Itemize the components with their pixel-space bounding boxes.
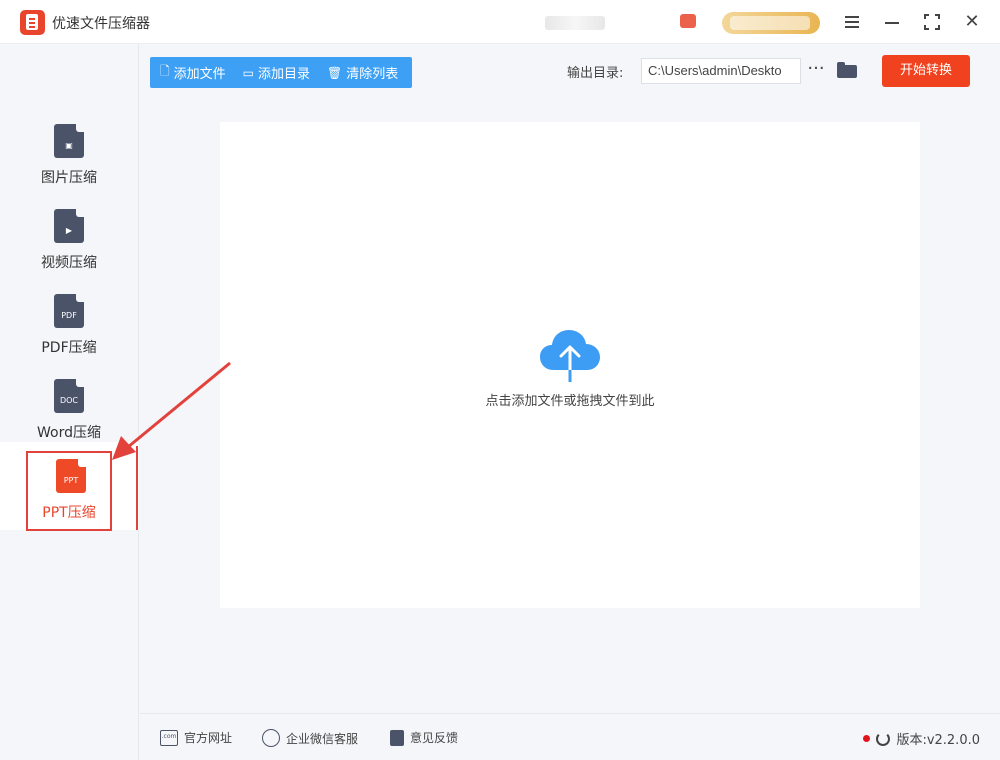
website-link[interactable]: .com 官方网址 [160, 729, 232, 746]
file-icon: 🗋 [160, 64, 170, 78]
sidebar-item-ppt-compress[interactable]: PPT PPT压缩 [26, 451, 112, 531]
feedback-icon [390, 729, 404, 746]
maximize-icon [924, 14, 940, 30]
app-logo-icon [20, 10, 45, 35]
folder-icon: ▭ [242, 65, 255, 80]
sidebar-active-indicator [136, 446, 138, 530]
sidebar-item-pdf-compress[interactable]: PDF PDF压缩 [26, 288, 112, 368]
drop-hint-text: 点击添加文件或拖拽文件到此 [485, 394, 655, 409]
file-toolbar: 🗋 添加文件 ▭ 添加目录 🗑 清除列表 [150, 57, 412, 88]
close-button[interactable]: ✕ [960, 10, 984, 34]
redacted-badge [680, 14, 696, 28]
wechat-service-link[interactable]: 企业微信客服 [262, 729, 358, 747]
sidebar-item-label: PDF压缩 [41, 340, 97, 356]
sidebar-item-label: 图片压缩 [41, 170, 97, 186]
version-info[interactable]: 版本:v2.2.0.0 [863, 729, 980, 748]
close-icon: ✕ [964, 11, 980, 32]
update-dot-icon [863, 735, 871, 742]
redacted-account-area [545, 16, 605, 30]
sidebar-item-image-compress[interactable]: ▣ 图片压缩 [26, 118, 112, 198]
open-folder-icon[interactable] [837, 62, 857, 78]
sidebar-item-label: 视频压缩 [41, 255, 97, 271]
refresh-icon [876, 731, 891, 746]
image-file-icon: ▣ [54, 124, 84, 158]
doc-file-icon: DOC [54, 379, 84, 413]
sidebar-item-video-compress[interactable]: ▶ 视频压缩 [26, 203, 112, 283]
footer: .com 官方网址 企业微信客服 意见反馈 版本:v2.2.0.0 [140, 713, 1000, 760]
menu-button[interactable] [840, 10, 864, 34]
app-title: 优速文件压缩器 [52, 16, 150, 32]
hamburger-icon [845, 16, 859, 18]
title-bar: 优速文件压缩器 ✕ [0, 0, 1000, 44]
add-folder-button[interactable]: ▭ 添加目录 [233, 63, 317, 83]
output-dir-field[interactable]: C:\Users\admin\Deskto [641, 58, 801, 84]
start-convert-button[interactable]: 开始转换 [882, 55, 970, 87]
video-file-icon: ▶ [54, 209, 84, 243]
file-drop-zone[interactable]: 点击添加文件或拖拽文件到此 [220, 122, 920, 608]
sidebar-item-label: Word压缩 [37, 425, 101, 441]
clear-list-label: 清除列表 [346, 67, 399, 82]
cloud-upload-icon [540, 330, 600, 382]
browse-more-button[interactable]: ··· [806, 59, 826, 83]
sidebar-item-word-compress[interactable]: DOC Word压缩 [26, 373, 112, 453]
wechat-label: 企业微信客服 [286, 731, 359, 746]
ppt-file-icon: PPT [56, 459, 86, 493]
chat-icon [262, 729, 280, 747]
vip-button[interactable] [722, 12, 820, 34]
pdf-file-icon: PDF [54, 294, 84, 328]
add-folder-label: 添加目录 [258, 67, 311, 82]
feedback-label: 意见反馈 [410, 731, 459, 745]
feedback-link[interactable]: 意见反馈 [390, 729, 458, 746]
minimize-icon [885, 22, 899, 24]
website-icon: .com [160, 729, 178, 746]
trash-icon: 🗑 [327, 65, 343, 80]
website-label: 官方网址 [184, 731, 233, 745]
maximize-button[interactable] [920, 10, 944, 34]
output-dir-label: 输出目录: [567, 66, 624, 81]
add-file-button[interactable]: 🗋 添加文件 [150, 62, 233, 83]
version-label: 版本:v2.2.0.0 [896, 733, 980, 748]
sidebar-item-label: PPT压缩 [42, 505, 96, 521]
clear-list-button[interactable]: 🗑 清除列表 [317, 63, 405, 83]
minimize-button[interactable] [880, 10, 904, 34]
add-file-label: 添加文件 [173, 67, 226, 82]
